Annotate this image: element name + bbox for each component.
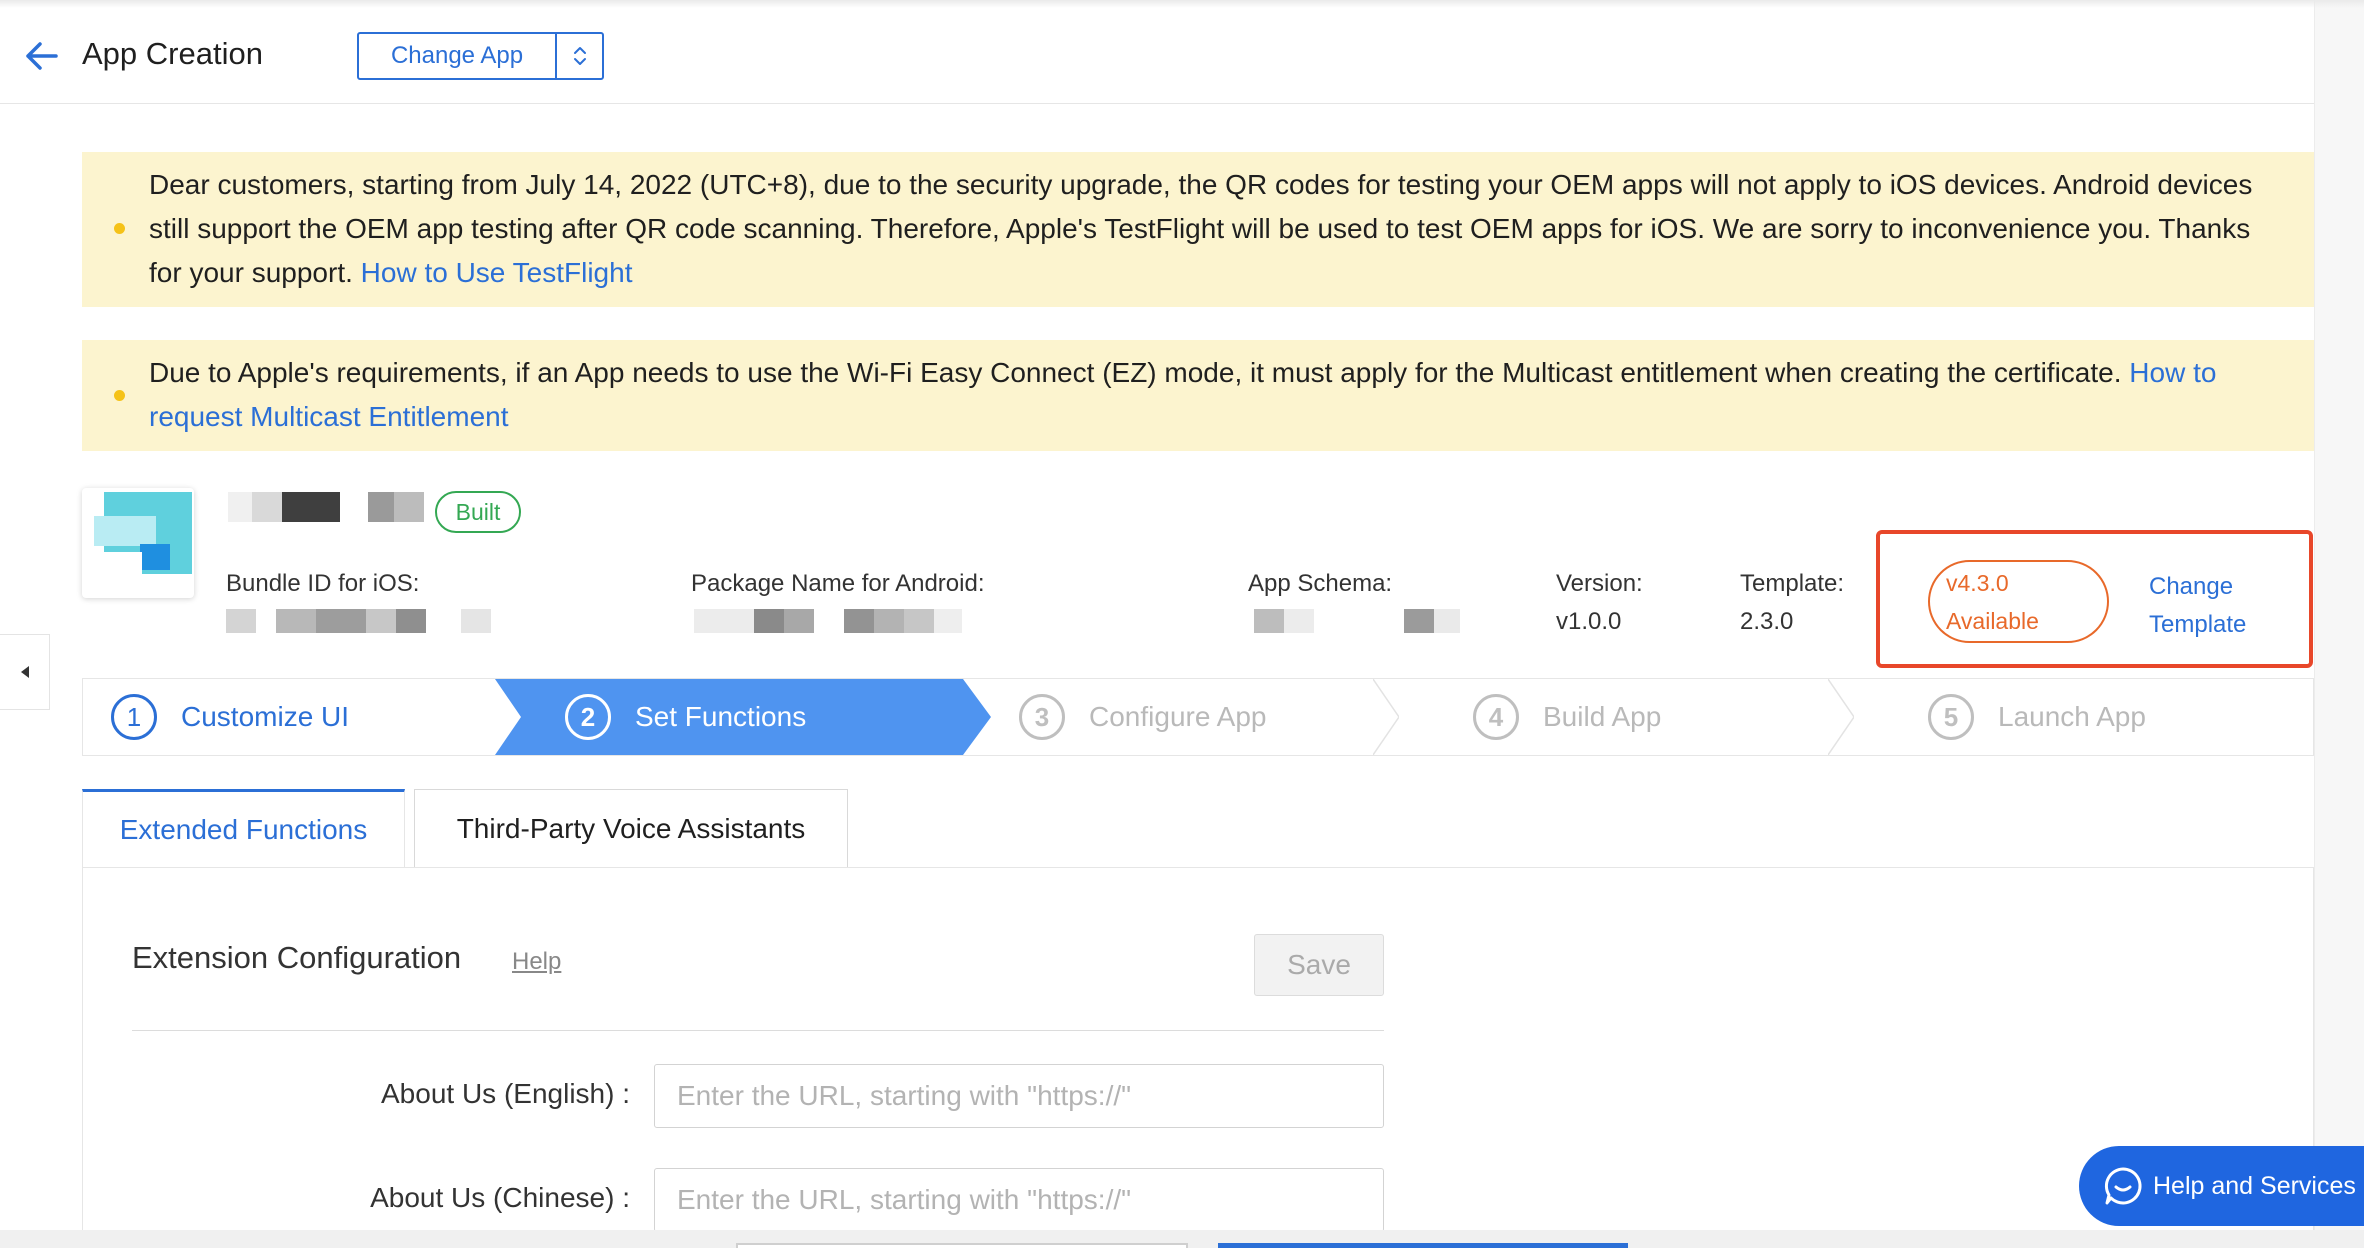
step-number: 1: [111, 694, 157, 740]
step-label: Customize UI: [181, 701, 350, 732]
app-schema-redacted: [1254, 609, 1460, 633]
step-separator: [1373, 679, 1399, 755]
page: App Creation Change App Dear customers, …: [0, 0, 2364, 1248]
tab-extended-functions[interactable]: Extended Functions: [82, 789, 405, 867]
status-badge: Built: [435, 491, 521, 533]
step-label: Configure App: [1089, 701, 1267, 732]
bullet-dot-icon: [114, 223, 125, 234]
package-name-label: Package Name for Android:: [691, 570, 985, 597]
back-arrow-icon: [26, 42, 58, 70]
about-us-english-input[interactable]: [654, 1064, 1384, 1128]
step-customize-ui[interactable]: 1 Customize UI: [111, 679, 349, 755]
about-us-english-label: About Us (English) :: [381, 1078, 630, 1109]
step-configure-app[interactable]: 3 Configure App: [1019, 679, 1266, 755]
divider: [132, 1030, 1384, 1031]
package-name-redacted: [694, 609, 962, 633]
notice-text: Due to Apple's requirements, if an App n…: [149, 351, 2284, 439]
step-label: Set Functions: [635, 701, 807, 732]
testflight-link[interactable]: How to Use TestFlight: [361, 257, 633, 288]
bundle-id-label: Bundle ID for iOS:: [226, 570, 420, 597]
available-text: Available: [1946, 608, 2039, 634]
template-label: Template:: [1740, 570, 1845, 597]
step-number: 5: [1928, 694, 1974, 740]
section-title: Extension Configuration: [132, 940, 462, 975]
available-version-badge[interactable]: v4.3.0 Available: [1928, 560, 2109, 643]
help-and-services-label: Help and Services: [2153, 1171, 2356, 1200]
template-value: 2.3.0: [1740, 608, 1794, 635]
bundle-id-redacted: [226, 609, 491, 633]
chat-bubble-icon: [2104, 1167, 2142, 1205]
bottom-primary-button[interactable]: [1218, 1243, 1628, 1248]
step-number: 4: [1473, 694, 1519, 740]
help-link[interactable]: Help: [512, 948, 561, 976]
bullet-dot-icon: [114, 390, 125, 401]
step-set-functions[interactable]: 2 Set Functions: [565, 679, 806, 755]
notice-text: Dear customers, starting from July 14, 2…: [149, 163, 2284, 295]
change-app-label: Change App: [359, 34, 557, 78]
version-value: v1.0.0: [1556, 608, 1622, 635]
step-label: Build App: [1543, 701, 1662, 732]
change-template-line1: Change: [2149, 573, 2234, 600]
about-us-chinese-label: About Us (Chinese) :: [370, 1182, 630, 1213]
up-down-chevron-icon[interactable]: [557, 34, 602, 78]
about-us-chinese-input[interactable]: [654, 1168, 1384, 1232]
tab-third-party-voice-assistants[interactable]: Third-Party Voice Assistants: [414, 789, 848, 867]
back-button[interactable]: [22, 36, 62, 76]
save-button[interactable]: Save: [1254, 934, 1384, 996]
change-template-line2: Template: [2149, 611, 2247, 638]
collapse-sidebar-button[interactable]: [0, 634, 50, 710]
app-icon: [82, 488, 194, 598]
collapse-left-icon: [20, 666, 29, 678]
notice-body: Due to Apple's requirements, if an App n…: [149, 357, 2130, 388]
step-label: Launch App: [1998, 701, 2146, 732]
app-name-redacted: [228, 492, 424, 522]
change-app-select[interactable]: Change App: [357, 32, 604, 80]
testflight-notice: Dear customers, starting from July 14, 2…: [82, 152, 2314, 307]
available-version: v4.3.0: [1946, 570, 2009, 596]
change-template-link[interactable]: Change Template: [2149, 568, 2246, 644]
app-schema-label: App Schema:: [1248, 570, 1393, 597]
step-build-app[interactable]: 4 Build App: [1473, 679, 1661, 755]
version-label: Version:: [1556, 570, 1643, 597]
help-and-services-button[interactable]: Help and Services: [2079, 1146, 2364, 1226]
step-number: 3: [1019, 694, 1065, 740]
step-separator: [1828, 679, 1854, 755]
right-gutter: [2314, 0, 2364, 1248]
top-bar: App Creation Change App: [0, 0, 2314, 104]
step-number: 2: [565, 694, 611, 740]
top-shadow: [0, 0, 2364, 8]
bottom-secondary-button[interactable]: [736, 1243, 1188, 1248]
step-launch-app[interactable]: 5 Launch App: [1928, 679, 2146, 755]
progress-steps: 1 Customize UI 2 Set Functions 3 Configu…: [82, 678, 2314, 756]
multicast-notice: Due to Apple's requirements, if an App n…: [82, 340, 2314, 451]
page-title: App Creation: [82, 36, 263, 71]
